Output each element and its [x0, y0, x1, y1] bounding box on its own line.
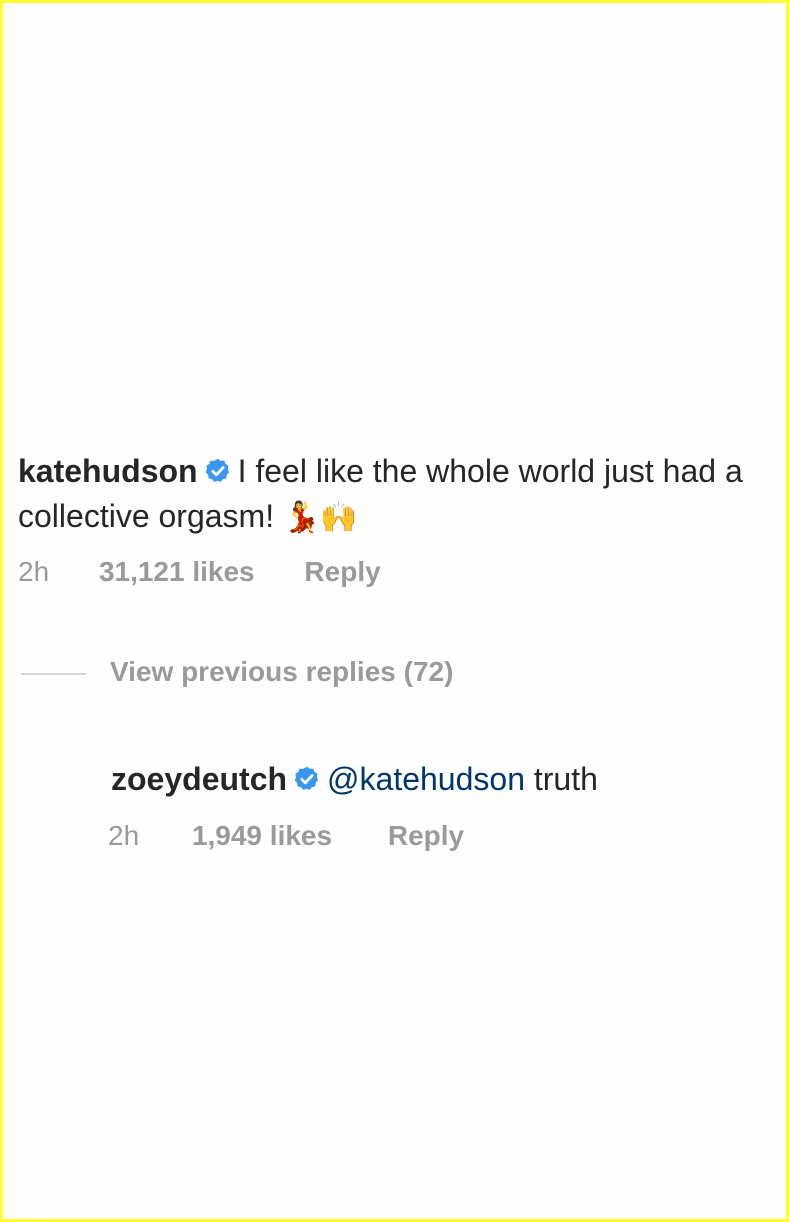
comment-time: 2h — [18, 556, 50, 587]
reply-likes[interactable]: 1,949 likes — [192, 820, 332, 852]
reply-meta: 2h 1,949 likes Reply — [108, 820, 464, 852]
comment-emojis: 💃🙌 — [282, 500, 358, 535]
comment-reply-button[interactable]: Reply — [304, 556, 380, 588]
comment: katehudson I feel like the whole world ju… — [18, 450, 768, 539]
reply-reply-button[interactable]: Reply — [388, 820, 464, 852]
reply-username[interactable]: zoeydeutch — [111, 761, 287, 797]
view-previous-replies-button[interactable]: View previous replies (72) — [110, 656, 453, 688]
reply-time: 2h — [108, 820, 140, 851]
reply-comment: zoeydeutch @katehudson truth — [111, 758, 598, 803]
reply-mention-link[interactable]: @katehudson — [327, 761, 525, 797]
comment-username[interactable]: katehudson — [18, 453, 198, 489]
reply-text: truth — [533, 761, 598, 797]
verified-badge-icon — [293, 761, 321, 803]
verified-badge-icon — [204, 453, 232, 495]
replies-divider — [21, 673, 86, 675]
comment-thread: katehudson I feel like the whole world ju… — [3, 3, 786, 1219]
comment-likes[interactable]: 31,121 likes — [99, 556, 255, 588]
comment-meta: 2h 31,121 likes Reply — [18, 556, 381, 588]
